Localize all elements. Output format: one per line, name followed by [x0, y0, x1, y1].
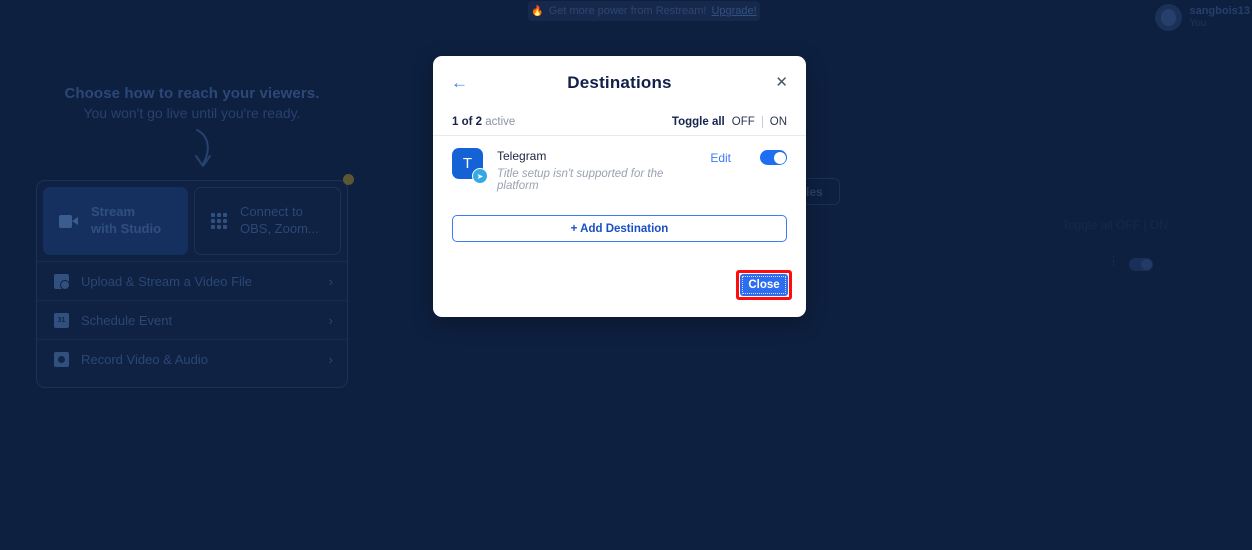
background-toggle-all-label: Toggle all OFF | ON — [1062, 218, 1168, 232]
record-icon — [54, 351, 69, 367]
telegram-avatar: T ➤ — [452, 148, 488, 184]
toggle-all-group: Toggle all OFF ON — [672, 116, 787, 128]
destination-row-telegram: T ➤ Telegram Title setup isn't supported… — [452, 148, 787, 192]
avatar — [1155, 4, 1183, 31]
user-text: sangbois13 You — [1189, 5, 1250, 29]
destinations-status-row: 1 of 2 active Toggle all OFF ON — [433, 109, 806, 135]
menu-item-label: Upload & Stream a Video File — [81, 273, 253, 289]
toggle-all-on-button[interactable]: ON — [770, 116, 787, 128]
avatar-letter: T — [462, 155, 473, 172]
active-count: 1 of 2 active — [452, 116, 515, 128]
toggle-all-label: Toggle all — [671, 116, 725, 128]
video-camera-icon — [59, 214, 78, 228]
close-button[interactable]: Close — [740, 274, 788, 296]
chevron-right-icon: › — [328, 351, 333, 367]
curved-down-arrow-icon — [195, 129, 211, 167]
choice-label: Stream with Studio — [91, 204, 162, 236]
panel-corner-dot — [343, 174, 354, 185]
active-count-value: 1 of 2 — [452, 116, 483, 128]
edit-destination-link[interactable]: Edit — [710, 148, 731, 165]
close-x-icon[interactable]: ✕ — [775, 75, 788, 90]
menu-item-record-video-audio[interactable]: Record Video & Audio › — [37, 339, 347, 378]
grid-apps-icon — [211, 213, 227, 229]
upload-video-icon — [54, 273, 70, 290]
modal-header: ← Destinations ✕ — [433, 56, 806, 109]
chevron-right-icon: › — [328, 312, 333, 328]
destination-note: Title setup isn't supported for the plat… — [497, 168, 664, 192]
menu-item-label: Schedule Event — [81, 312, 173, 328]
user-role: You — [1189, 18, 1207, 30]
divider — [761, 116, 763, 128]
flame-icon: 🔥 — [531, 5, 544, 17]
menu-item-label: Record Video & Audio — [81, 351, 208, 367]
page-title: Choose how to reach your viewers. — [64, 85, 320, 102]
destination-name: Telegram — [497, 149, 547, 163]
toggle-all-off-button[interactable]: OFF — [732, 116, 755, 128]
promo-banner[interactable]: 🔥 Get more power from Restream! Upgrade! — [528, 1, 760, 21]
modal-title: Destinations — [567, 72, 672, 92]
menu-item-schedule-event[interactable]: Schedule Event › — [37, 300, 347, 339]
calendar-icon — [54, 312, 69, 328]
page-subtitle: You won't go live until you're ready. — [83, 105, 301, 121]
background-toggle — [1129, 258, 1153, 271]
user-name: sangbois13 — [1189, 5, 1250, 18]
destination-toggle[interactable] — [760, 150, 787, 165]
telegram-plane-icon: ➤ — [472, 168, 488, 184]
menu-item-upload-stream-video[interactable]: Upload & Stream a Video File › — [37, 261, 347, 300]
upgrade-link[interactable]: Upgrade! — [711, 5, 756, 17]
choice-stream-with-studio[interactable]: Stream with Studio — [43, 187, 188, 255]
active-count-suffix: active — [482, 116, 516, 128]
chevron-right-icon: › — [328, 273, 333, 289]
background-kebab-icon: ⋮ — [1108, 255, 1119, 267]
close-button-highlight: Close — [736, 270, 792, 300]
destinations-list: T ➤ Telegram Title setup isn't supported… — [433, 135, 806, 205]
stream-mode-choices: Stream with Studio Connect to OBS, Zoom.… — [37, 181, 347, 261]
back-arrow-icon[interactable]: ← — [451, 74, 468, 91]
destinations-modal: ← Destinations ✕ 1 of 2 active Toggle al… — [433, 56, 806, 317]
user-account[interactable]: sangbois13 You — [1149, 0, 1252, 35]
left-panel-headings: Choose how to reach your viewers. You wo… — [36, 85, 348, 121]
choice-label: Connect to OBS, Zoom... — [240, 204, 319, 236]
destination-info: Telegram Title setup isn't supported for… — [497, 148, 696, 192]
launch-options-panel: Stream with Studio Connect to OBS, Zoom.… — [36, 180, 348, 388]
choice-connect-to-obs-zoom[interactable]: Connect to OBS, Zoom... — [194, 187, 341, 255]
add-destination-button[interactable]: + Add Destination — [452, 215, 787, 242]
promo-banner-text: Get more power from Restream! — [548, 5, 707, 17]
